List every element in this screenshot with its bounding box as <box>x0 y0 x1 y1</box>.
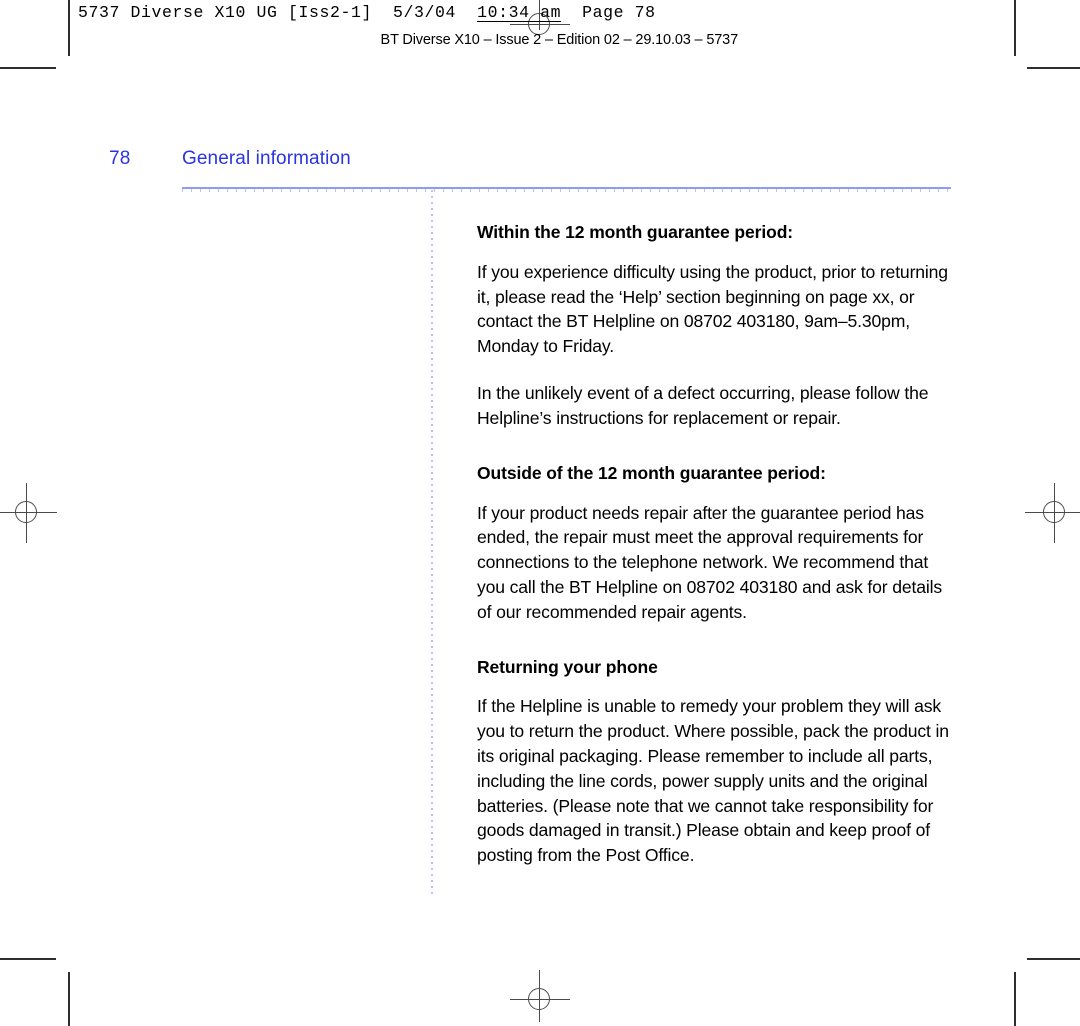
page-number: 78 <box>109 148 131 169</box>
registration-mark-right-icon <box>1025 483 1080 543</box>
crop-mark-bottom-left-vertical <box>68 972 70 1026</box>
proof-slug-time: 10:34 am <box>477 3 562 22</box>
section-heading: Outside of the 12 month guarantee period… <box>477 462 826 483</box>
section-paragraph: In the unlikely event of a defect occurr… <box>477 383 929 428</box>
crop-mark-bottom-right-vertical <box>1014 972 1016 1026</box>
proof-slug-prefix: 5737 Diverse X10 UG [Iss2-1] 5/3/04 <box>78 3 478 22</box>
page-title: General information <box>182 148 351 169</box>
header-rule-ticks <box>182 189 951 192</box>
section-within-guarantee: Within the 12 month guarantee period: If… <box>477 222 955 431</box>
section-heading: Within the 12 month guarantee period: <box>477 222 794 242</box>
document-page: 5737 Diverse X10 UG [Iss2-1] 5/3/04 10:3… <box>0 0 1080 1026</box>
body-column: Within the 12 month guarantee period: If… <box>477 222 955 868</box>
proof-slug-page: Page 78 <box>561 3 656 22</box>
section-paragraph: If the Helpline is unable to remedy your… <box>477 696 949 866</box>
section-paragraph: If you experience difficulty using the p… <box>477 261 948 357</box>
registration-mark-left-icon <box>0 483 57 543</box>
crop-mark-top-left-horizontal <box>0 67 56 69</box>
crop-mark-top-right-vertical <box>1014 0 1016 56</box>
section-returning-your-phone: Returning your phone If the Helpline is … <box>477 657 955 868</box>
crop-mark-top-right-horizontal <box>1027 67 1080 69</box>
registration-mark-bottom-icon <box>510 970 570 1026</box>
section-outside-guarantee: Outside of the 12 month guarantee period… <box>477 463 955 625</box>
crop-mark-bottom-left-horizontal <box>0 958 56 960</box>
section-paragraph: If your product needs repair after the g… <box>477 502 943 622</box>
proof-slugline: 5737 Diverse X10 UG [Iss2-1] 5/3/04 10:3… <box>78 3 656 22</box>
crop-mark-bottom-right-horizontal <box>1027 958 1080 960</box>
section-heading: Returning your phone <box>477 656 658 677</box>
proof-jobline: BT Diverse X10 – Issue 2 – Edition 02 – … <box>380 32 739 48</box>
gutter-dotted-line <box>431 190 433 898</box>
